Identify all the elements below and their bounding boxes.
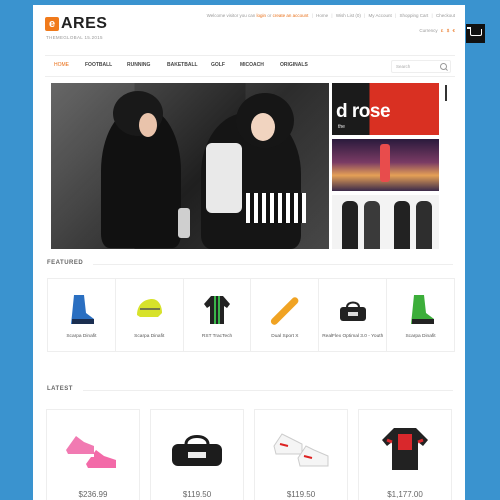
welcome-text: Welcome visitor you can bbox=[206, 13, 256, 18]
featured-item[interactable]: Scarpa Dinafit bbox=[48, 279, 116, 351]
latest-item[interactable]: $119.50 bbox=[150, 409, 244, 500]
wishlist-link[interactable]: Wish List (0) bbox=[336, 13, 361, 18]
currency-label: Currency bbox=[419, 28, 438, 33]
shopping-cart-link[interactable]: Shopping Cart bbox=[400, 13, 429, 18]
featured-item[interactable]: Dual Sport X bbox=[251, 279, 320, 351]
thumb-drose-sub: the bbox=[338, 124, 345, 130]
main-nav: HOME FOOTBALL RUNNING BAKETBALL GOLF MIC… bbox=[45, 55, 455, 77]
duffel-bag-icon bbox=[172, 435, 222, 466]
featured-item[interactable]: Scarpa Dinafit bbox=[387, 279, 454, 351]
ski-boot-icon bbox=[71, 295, 95, 324]
helmet-icon bbox=[137, 299, 163, 317]
my-account-link[interactable]: My Account bbox=[369, 13, 392, 18]
banner-thumb-drose[interactable]: d rose the bbox=[332, 83, 439, 135]
search-icon[interactable] bbox=[440, 63, 447, 70]
nav-originals[interactable]: ORIGINALS bbox=[280, 62, 308, 68]
latest-item-price: $119.50 bbox=[286, 490, 316, 499]
featured-item-name: Scarpa Dinafit bbox=[134, 334, 165, 339]
ski-boot-icon bbox=[410, 295, 434, 324]
featured-item-name: Scarpa Dinafit bbox=[66, 334, 97, 339]
currency-option-eur[interactable]: € bbox=[452, 28, 455, 33]
featured-item-name: Dual Sport X bbox=[271, 334, 299, 339]
store-tagline: THEMEGLOBAL 15.2015 bbox=[46, 35, 103, 40]
featured-item[interactable]: RST TracTech bbox=[184, 279, 252, 351]
latest-item-price: $1,177.00 bbox=[387, 490, 423, 499]
sneakers-icon bbox=[273, 433, 329, 467]
logo-mark: e bbox=[45, 17, 59, 31]
top-links: Welcome visitor you can login or create … bbox=[206, 13, 455, 18]
nav-micoach[interactable]: MICOACH bbox=[240, 62, 264, 68]
banner-scroll-indicator[interactable] bbox=[445, 85, 447, 101]
nav-running[interactable]: RUNNING bbox=[127, 62, 150, 68]
hero-banner[interactable] bbox=[51, 83, 329, 249]
nav-golf[interactable]: GOLF bbox=[211, 62, 225, 68]
featured-item-name: RealFlex Optimal 3.0 - Youth bbox=[322, 334, 384, 339]
nav-home[interactable]: HOME bbox=[54, 62, 69, 68]
thumb-drose-title: d rose bbox=[336, 101, 391, 122]
cart-button[interactable] bbox=[466, 24, 485, 43]
home-link[interactable]: Home bbox=[316, 13, 328, 18]
search-placeholder: Search bbox=[396, 64, 411, 69]
search-input[interactable]: Search bbox=[391, 60, 451, 73]
featured-item[interactable]: RealFlex Optimal 3.0 - Youth bbox=[319, 279, 388, 351]
featured-item-name: Scarpa Dinafit bbox=[405, 334, 436, 339]
or-text: or bbox=[267, 13, 272, 18]
featured-item-name: RST TracTech bbox=[201, 334, 233, 339]
store-logo[interactable]: e ARES bbox=[45, 15, 107, 33]
latest-item[interactable]: $119.50 bbox=[254, 409, 348, 500]
latest-item-price: $236.99 bbox=[78, 490, 108, 499]
latest-item[interactable]: $1,177.00 bbox=[358, 409, 452, 500]
latest-item-price: $119.50 bbox=[182, 490, 212, 499]
jacket-icon bbox=[204, 296, 231, 324]
water-bottle bbox=[178, 208, 190, 238]
currency-option-usd[interactable]: $ bbox=[447, 28, 450, 33]
nav-basketball[interactable]: BAKETBALL bbox=[167, 62, 198, 68]
latest-item[interactable]: $236.99 bbox=[46, 409, 140, 500]
create-account-link[interactable]: create an account bbox=[273, 13, 309, 18]
moto-jacket-icon bbox=[382, 428, 428, 470]
sneakers-icon bbox=[66, 436, 116, 471]
currency-switcher: Currency £ $ € bbox=[419, 28, 455, 33]
store-page: e ARES THEMEGLOBAL 15.2015 Welcome visit… bbox=[33, 5, 465, 500]
snowboard-icon bbox=[270, 297, 299, 325]
logo-name: ARES bbox=[61, 15, 108, 32]
latest-title: LATEST bbox=[47, 386, 73, 392]
login-link[interactable]: login bbox=[257, 13, 267, 18]
sport-bag-icon bbox=[339, 301, 366, 321]
currency-option-gbp[interactable]: £ bbox=[441, 28, 444, 33]
checkout-link[interactable]: Checkout bbox=[436, 13, 455, 18]
featured-title: FEATURED bbox=[47, 260, 84, 266]
nav-football[interactable]: FOOTBALL bbox=[85, 62, 112, 68]
cart-icon bbox=[467, 27, 482, 36]
banner-thumb-runner[interactable] bbox=[332, 139, 439, 191]
banner-thumb-fashion[interactable] bbox=[332, 195, 439, 249]
featured-products: Scarpa Dinafit Scarpa Dinafit RST TracTe… bbox=[47, 278, 455, 352]
featured-item[interactable]: Scarpa Dinafit bbox=[116, 279, 184, 351]
